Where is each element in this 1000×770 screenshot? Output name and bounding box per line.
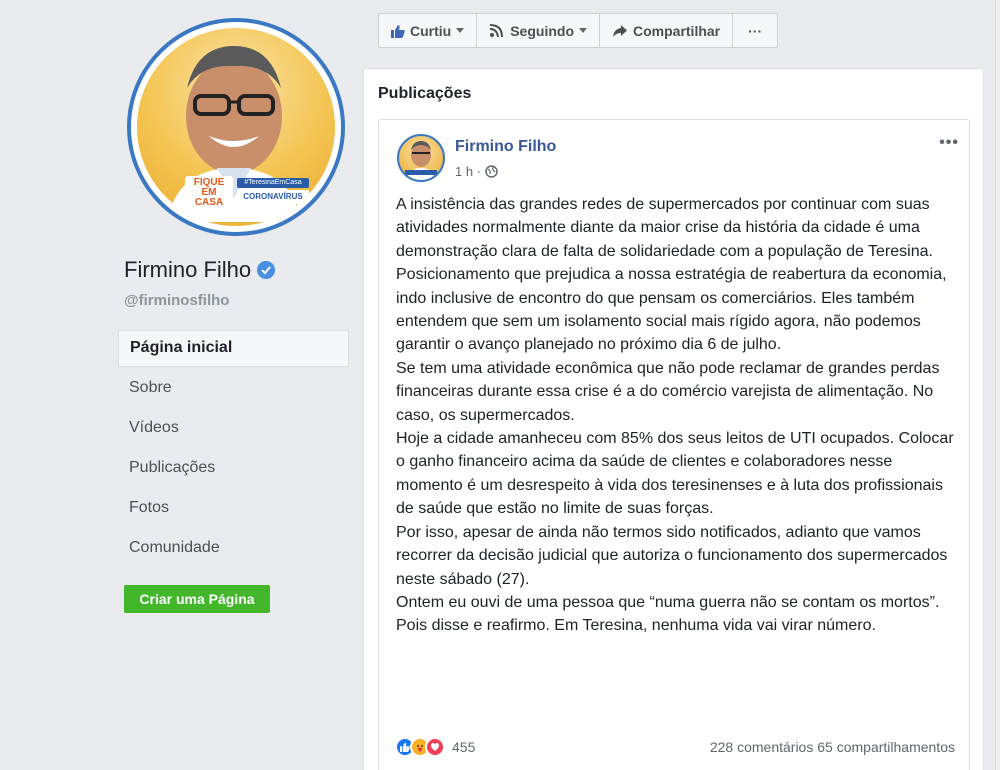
post-paragraph: A insistência das grandes redes de super…	[396, 196, 933, 260]
publications-title: Publicações	[378, 85, 472, 102]
post-paragraph: Hoje a cidade amanheceu com 85% dos seus…	[396, 430, 954, 518]
shares-count[interactable]: 65 compartilhamentos	[817, 739, 955, 755]
page-username[interactable]: @firminosfilho	[124, 292, 229, 309]
chevron-down-icon	[456, 28, 465, 33]
share-button[interactable]: Compartilhar	[600, 14, 734, 47]
hashtag-badge: #TeresinaEmCasa	[237, 178, 309, 188]
post-options-button[interactable]: •••	[939, 134, 959, 152]
post-body: A insistência das grandes redes de super…	[396, 193, 961, 638]
post-paragraph: Ontem eu ouvi de uma pessoa que “numa gu…	[396, 593, 940, 635]
nav-item-photos[interactable]: Fotos	[118, 490, 349, 530]
left-column: FIQUE EM CASA #TeresinaEmCasa CORONAVÍRU…	[0, 0, 362, 770]
like-button[interactable]: Curtiu	[379, 14, 478, 47]
nav-item-about[interactable]: Sobre	[118, 370, 349, 410]
nav-item-videos[interactable]: Vídeos	[118, 410, 349, 450]
verified-icon	[257, 261, 276, 279]
page-action-bar: Curtiu Seguindo Compartilhar ···	[378, 13, 779, 48]
page-name[interactable]: Firmino Filho	[124, 257, 276, 283]
page-name-text[interactable]: Firmino Filho	[124, 257, 251, 283]
thumbs-up-icon	[391, 24, 405, 38]
right-column-edge	[995, 0, 1000, 770]
nav-item-community[interactable]: Comunidade	[118, 530, 349, 570]
post-author-name[interactable]: Firmino Filho	[455, 138, 556, 156]
profile-photo: FIQUE EM CASA #TeresinaEmCasa CORONAVÍRU…	[137, 28, 335, 226]
follow-button[interactable]: Seguindo	[477, 14, 600, 47]
create-page-button[interactable]: Criar uma Página	[124, 585, 270, 613]
publications-panel: Publicações Firmino Filho 1 h · ••• A in…	[363, 68, 984, 770]
profile-picture[interactable]: FIQUE EM CASA #TeresinaEmCasa CORONAVÍRU…	[127, 18, 345, 236]
coronavirus-badge: CORONAVÍRUS	[237, 190, 309, 204]
post-timestamp[interactable]: 1 h ·	[455, 164, 481, 179]
nav-item-home[interactable]: Página inicial	[118, 330, 349, 367]
page-nav: Página inicial Sobre Vídeos Publicações …	[118, 330, 349, 570]
chevron-down-icon	[579, 28, 587, 33]
comments-count[interactable]: 228 comentários	[710, 739, 814, 755]
post-engagement-bar: 455 228 comentários 65 compartilhamentos	[395, 735, 955, 759]
post-paragraph: Por isso, apesar de ainda não termos sid…	[396, 523, 948, 588]
more-options-button[interactable]: ···	[733, 14, 777, 47]
love-reaction-icon	[425, 737, 445, 757]
post-author-avatar[interactable]	[397, 134, 445, 182]
post-meta: 1 h ·	[455, 164, 498, 179]
like-label: Curtiu	[410, 22, 452, 39]
reactions-summary[interactable]: 455	[395, 737, 475, 757]
engagement-counts: 228 comentários 65 compartilhamentos	[710, 739, 955, 755]
share-label: Compartilhar	[633, 22, 721, 39]
share-arrow-icon	[613, 24, 627, 37]
post-paragraph: Se tem uma atividade econômica que não p…	[396, 359, 940, 424]
rss-icon	[490, 23, 504, 37]
nav-item-posts[interactable]: Publicações	[118, 450, 349, 490]
person-illustration	[405, 141, 437, 180]
post-paragraph: Posicionamento que prejudica a nossa est…	[396, 266, 947, 354]
globe-icon	[485, 165, 498, 178]
stay-home-badge: FIQUE EM CASA	[185, 176, 233, 208]
reaction-count: 455	[452, 739, 476, 755]
post-card: Firmino Filho 1 h · ••• A insistência da…	[378, 119, 970, 770]
follow-label: Seguindo	[510, 22, 574, 39]
